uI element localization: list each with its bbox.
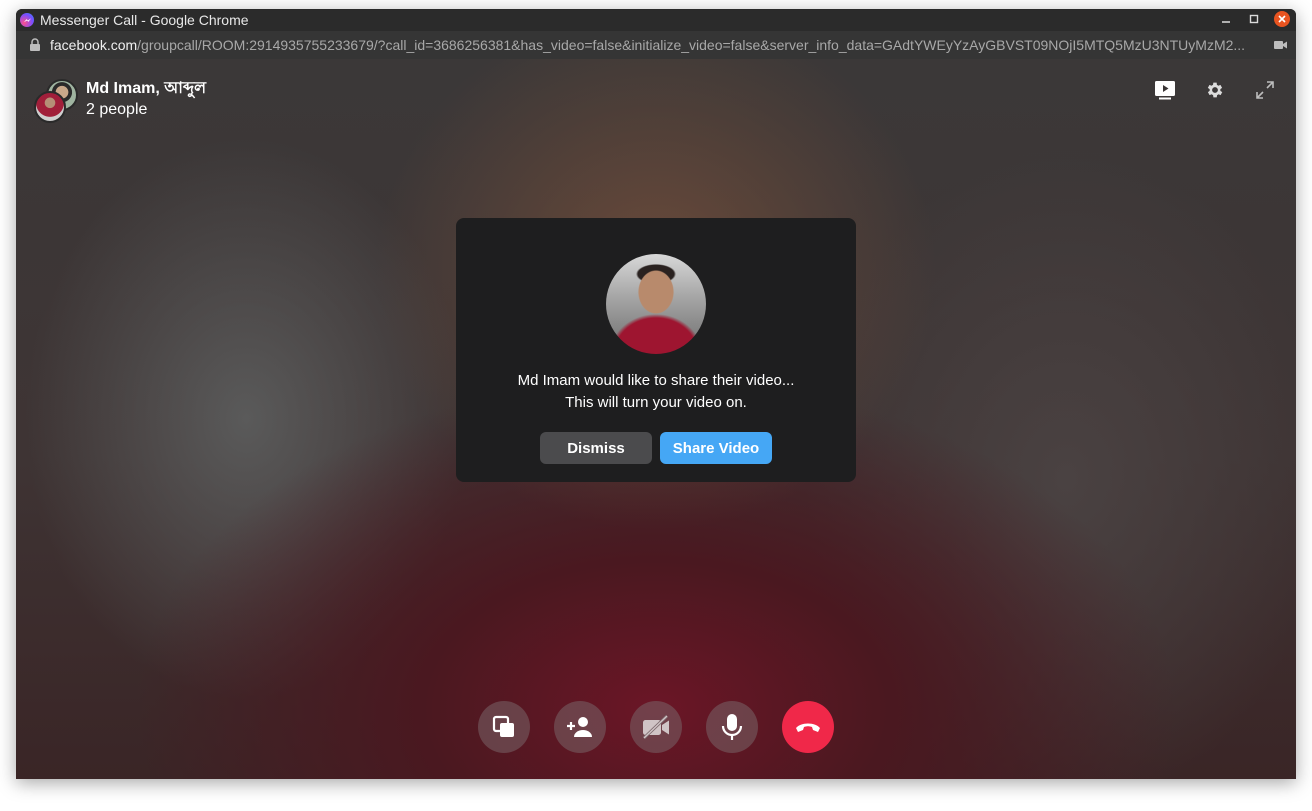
call-controls (478, 701, 834, 753)
window-title: Messenger Call - Google Chrome (40, 12, 249, 28)
title-bar: Messenger Call - Google Chrome (16, 9, 1296, 31)
close-icon[interactable] (1274, 11, 1290, 27)
dismiss-button[interactable]: Dismiss (540, 432, 652, 464)
microphone-button[interactable] (706, 701, 758, 753)
video-toggle-button[interactable] (630, 701, 682, 753)
lock-icon (30, 38, 40, 51)
avatar (34, 91, 66, 123)
fullscreen-icon[interactable] (1254, 79, 1276, 101)
url-path: /groupcall/ROOM:2914935755233679/?call_i… (137, 37, 1246, 53)
top-actions (1154, 79, 1276, 101)
add-person-icon (567, 717, 592, 737)
window-controls (1218, 11, 1290, 27)
end-call-icon (796, 723, 820, 732)
share-screen-button[interactable] (478, 701, 530, 753)
settings-icon[interactable] (1204, 79, 1226, 101)
share-screen-icon (492, 715, 514, 737)
dialog-message: Md Imam would like to share their video.… (518, 370, 795, 414)
end-call-button[interactable] (782, 701, 834, 753)
microphone-icon (721, 714, 743, 740)
minimize-icon[interactable] (1218, 11, 1234, 27)
caller-avatar (606, 254, 706, 354)
dialog-line-1: Md Imam would like to share their video.… (517, 372, 795, 389)
call-title: Md Imam, আব্দুল (86, 80, 207, 97)
call-header: Md Imam, আব্দুল 2 people (34, 79, 207, 123)
maximize-icon[interactable] (1246, 11, 1262, 27)
camera-indicator-icon[interactable] (1274, 39, 1288, 51)
participant-avatars (34, 79, 78, 123)
screen-share-view-icon[interactable] (1154, 79, 1176, 101)
share-video-button[interactable]: Share Video (660, 432, 772, 464)
dialog-line-2: This will turn your video on. (565, 394, 747, 411)
video-off-icon (642, 714, 669, 740)
url-host: facebook.com (50, 37, 138, 53)
call-stage: Md Imam, আব্দুল 2 people Md Imam would l… (16, 59, 1296, 779)
add-person-button[interactable] (554, 701, 606, 753)
browser-window: Messenger Call - Google Chrome facebook.… (16, 9, 1296, 779)
share-video-dialog: Md Imam would like to share their video.… (456, 218, 856, 482)
participant-count: 2 people (86, 101, 148, 118)
address-bar[interactable]: facebook.com /groupcall/ROOM:29149357552… (16, 31, 1296, 59)
messenger-icon (20, 13, 34, 27)
